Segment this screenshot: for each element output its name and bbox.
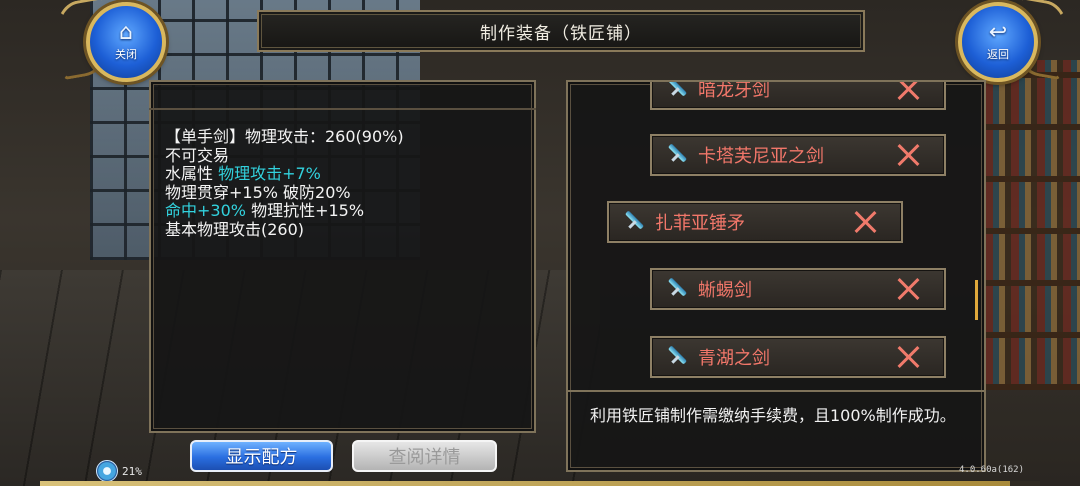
bonus-hit: 命中+30% xyxy=(165,201,246,221)
desc-line-tradable: 不可交易 xyxy=(165,145,230,165)
list-item[interactable]: 蜥蜴剑 xyxy=(650,268,946,310)
back-button-label: 返回 xyxy=(987,48,1009,61)
close-corner: ⌂ 关闭 xyxy=(49,0,182,90)
item-name: 扎菲亚锤矛 xyxy=(655,213,745,234)
close-button[interactable]: ⌂ 关闭 xyxy=(86,2,166,82)
sword-icon xyxy=(623,211,645,233)
close-icon xyxy=(894,274,924,304)
sword-icon xyxy=(666,82,688,100)
item-name: 蜥蜴剑 xyxy=(698,280,752,301)
resist-text: 物理抗性+15% xyxy=(245,201,365,221)
desc-line-attack: 【单手剑】物理攻击：260(90%) xyxy=(165,127,404,146)
list-item[interactable]: 青湖之剑 xyxy=(650,336,946,378)
back-button[interactable]: ↩ 返回 xyxy=(958,2,1038,82)
info-box xyxy=(566,390,986,472)
sword-icon xyxy=(666,144,688,166)
return-icon: ↩ xyxy=(988,20,1008,45)
desc-line-penetration: 物理贯穿+15% 破防20% xyxy=(165,182,351,202)
bonus-attack: 物理攻击+7% xyxy=(218,164,321,184)
list-item-selected[interactable]: 扎菲亚锤矛 xyxy=(607,201,903,243)
sword-icon xyxy=(666,346,688,368)
sword-icon xyxy=(666,278,688,300)
close-icon xyxy=(894,342,924,372)
close-icon xyxy=(894,82,924,104)
network-icon xyxy=(96,460,118,482)
close-icon xyxy=(894,140,924,170)
desc-line-element: 水属性 物理攻击+7% xyxy=(165,164,525,184)
panel-header-strip xyxy=(149,80,536,110)
status-percent: 21% xyxy=(122,464,142,478)
show-recipe-button[interactable]: 显示配方 xyxy=(190,440,333,472)
list-scrollbar[interactable] xyxy=(975,280,978,320)
view-details-button[interactable]: 查阅详情 xyxy=(352,440,497,472)
close-icon xyxy=(851,207,881,237)
title-bar: 制作装备（铁匠铺） xyxy=(257,10,865,52)
network-status: 21% xyxy=(96,460,142,482)
info-text: 利用铁匠铺制作需缴纳手续费，且100%制作成功。 xyxy=(590,406,956,425)
desc-line-base-attack: 基本物理攻击(260) xyxy=(165,219,305,239)
element-text: 水属性 xyxy=(165,164,219,184)
back-corner: ↩ 返回 xyxy=(942,0,1075,90)
list-item[interactable]: 暗龙牙剑 xyxy=(650,82,946,110)
progress-fill xyxy=(40,481,1010,486)
item-name: 暗龙牙剑 xyxy=(698,82,770,101)
list-item[interactable]: 卡塔芙尼亚之剑 xyxy=(650,134,946,176)
page-title: 制作装备（铁匠铺） xyxy=(480,23,642,44)
home-icon: ⌂ xyxy=(119,20,133,45)
desc-line-hit: 命中+30% 物理抗性+15% xyxy=(165,202,525,221)
item-name: 青湖之剑 xyxy=(698,348,770,369)
recipe-list[interactable]: 暗龙牙剑 卡塔芙尼亚之剑 扎菲亚锤矛 蜥蜴剑 青湖之剑 xyxy=(570,82,970,388)
background-bookshelf xyxy=(985,60,1080,390)
item-description: 【单手剑】物理攻击：260(90%) 不可交易 水属性 物理攻击+7% 物理贯穿… xyxy=(165,127,525,240)
version-label: 4.0.60a(162) xyxy=(959,465,1025,475)
item-name: 卡塔芙尼亚之剑 xyxy=(698,146,824,167)
close-button-label: 关闭 xyxy=(115,48,137,61)
loading-progress xyxy=(40,481,1040,486)
